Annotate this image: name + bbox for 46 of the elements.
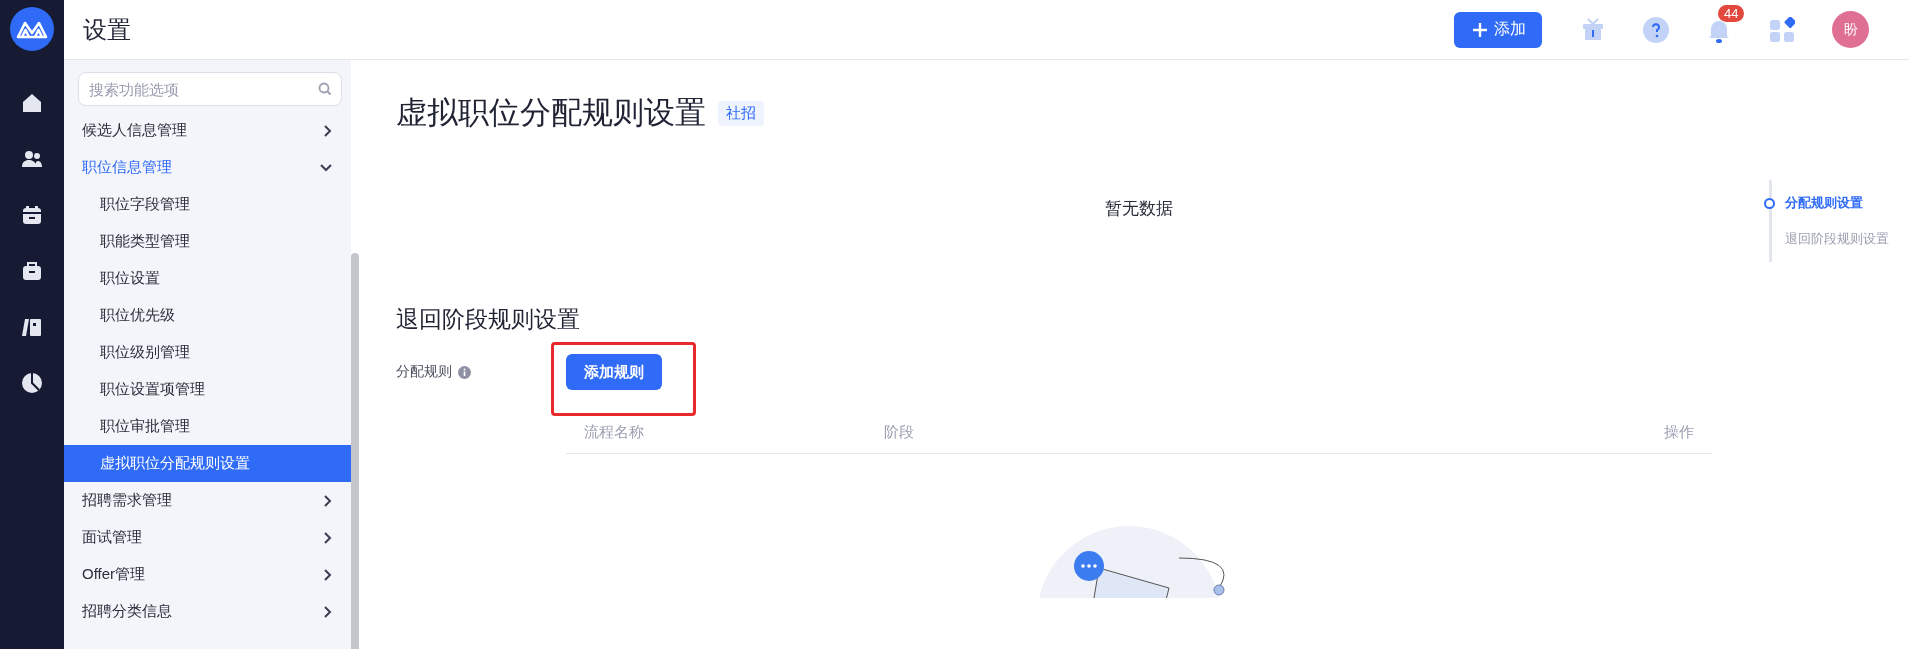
- briefcase-icon[interactable]: [20, 259, 44, 283]
- submenu-item[interactable]: 职位审批管理: [64, 408, 351, 445]
- add-button[interactable]: 添加: [1454, 11, 1542, 48]
- submenu-item[interactable]: 职位级别管理: [64, 334, 351, 371]
- notification-badge: 44: [1718, 4, 1745, 22]
- plus-icon: [1472, 21, 1488, 38]
- chevron-right-icon: [323, 123, 333, 138]
- menu-item[interactable]: 招聘需求管理: [64, 482, 351, 519]
- current-dot: [1764, 197, 1775, 209]
- info-icon[interactable]: [458, 365, 471, 379]
- chevron-right-icon: [323, 530, 333, 545]
- anchor-link[interactable]: 分配规则设置: [1785, 194, 1863, 212]
- home-icon[interactable]: [20, 91, 44, 115]
- chevron-down-icon: [319, 162, 333, 173]
- submenu-item[interactable]: 职位字段管理: [64, 186, 351, 223]
- menu-item[interactable]: 面试管理: [64, 519, 351, 556]
- column-header: 阶段: [884, 423, 915, 442]
- search-field[interactable]: 搜索功能选项: [78, 72, 342, 106]
- menu-item[interactable]: Offer管理: [64, 556, 351, 593]
- apps-icon[interactable]: [1769, 16, 1795, 43]
- menu-item[interactable]: 招聘分类信息: [64, 593, 351, 630]
- logo-icon[interactable]: [10, 7, 54, 51]
- section-title: 退回阶段规则设置: [396, 305, 581, 334]
- menu-item[interactable]: 职位信息管理: [64, 149, 351, 186]
- add-rule-button[interactable]: 添加规则: [566, 354, 662, 390]
- submenu-item[interactable]: 虚拟职位分配规则设置: [64, 445, 351, 482]
- page-title: 虚拟职位分配规则设置: [396, 94, 706, 132]
- search-icon[interactable]: [318, 82, 332, 96]
- calendar-icon[interactable]: [20, 203, 44, 227]
- column-header: 操作: [1664, 423, 1694, 442]
- menu-item[interactable]: 候选人信息管理: [64, 112, 351, 149]
- submenu-item[interactable]: 职位设置: [64, 260, 351, 297]
- page-header-title: 设置: [83, 14, 132, 45]
- chevron-right-icon: [323, 567, 333, 582]
- help-icon[interactable]: [1643, 16, 1669, 43]
- submenu-item[interactable]: 职位设置项管理: [64, 371, 351, 408]
- empty-text: 暂无数据: [1104, 198, 1174, 220]
- chevron-right-icon: [323, 493, 333, 508]
- field-label: 分配规则: [396, 363, 452, 381]
- submenu-item[interactable]: 职能类型管理: [64, 223, 351, 260]
- recruit-type-tag: 社招: [718, 100, 764, 126]
- column-header: 流程名称: [584, 423, 645, 442]
- pie-chart-icon[interactable]: [20, 371, 44, 395]
- chevron-right-icon: [323, 604, 333, 619]
- scrollbar-thumb[interactable]: [351, 253, 359, 649]
- submenu-item[interactable]: 职位优先级: [64, 297, 351, 334]
